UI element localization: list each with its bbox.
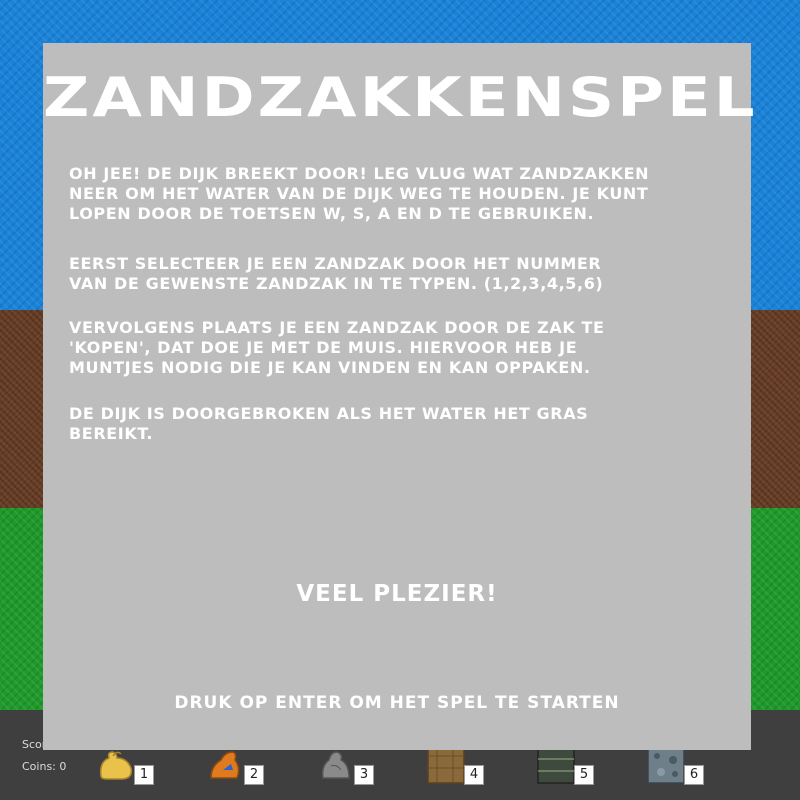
game-canvas[interactable]: Score: 0 Coins: 0 1 2 3 (0, 0, 800, 800)
wooden-crate-icon (427, 746, 465, 784)
yellow-sandbag-icon (99, 751, 133, 780)
sandbag-slot-5[interactable]: 5 (537, 746, 597, 786)
instructions-paragraph-2: Eerst selecteer je een zandzak door het … (69, 254, 604, 293)
slot-number: 3 (354, 765, 374, 785)
instructions-paragraph-3: Vervolgens plaats je een zandzak door de… (69, 318, 605, 377)
sandbag-slot-3[interactable]: 3 (317, 746, 377, 786)
sandbag-slot-4[interactable]: 4 (427, 746, 487, 786)
closing-message: Veel plezier! (296, 581, 498, 607)
dark-plank-icon (537, 746, 575, 784)
instructions-panel: Zandzakkenspel Oh jee! De dijk breekt do… (43, 43, 758, 750)
sandbag-slot-2[interactable]: 2 (207, 746, 267, 786)
slot-number: 1 (134, 765, 154, 785)
sandbag-slot-1[interactable]: 1 (97, 746, 157, 786)
start-prompt: Druk op enter om het spel te starten (174, 693, 620, 713)
instructions-paragraph-1: Oh jee! De dijk breekt door! Leg vlug wa… (69, 164, 650, 223)
coins-label: Coins: 0 (22, 760, 67, 773)
slot-number: 6 (684, 765, 704, 785)
game-title: Zandzakkenspel (43, 66, 758, 130)
sandbag-slot-6[interactable]: 6 (647, 746, 707, 786)
stone-block-icon (647, 746, 685, 784)
grey-sandbag-icon (321, 751, 350, 779)
slot-number: 4 (464, 765, 484, 785)
slot-number: 2 (244, 765, 264, 785)
instructions-paragraph-4: De dijk is doorgebroken als het water he… (69, 404, 589, 443)
slot-number: 5 (574, 765, 594, 785)
orange-sandbag-icon (210, 751, 240, 779)
